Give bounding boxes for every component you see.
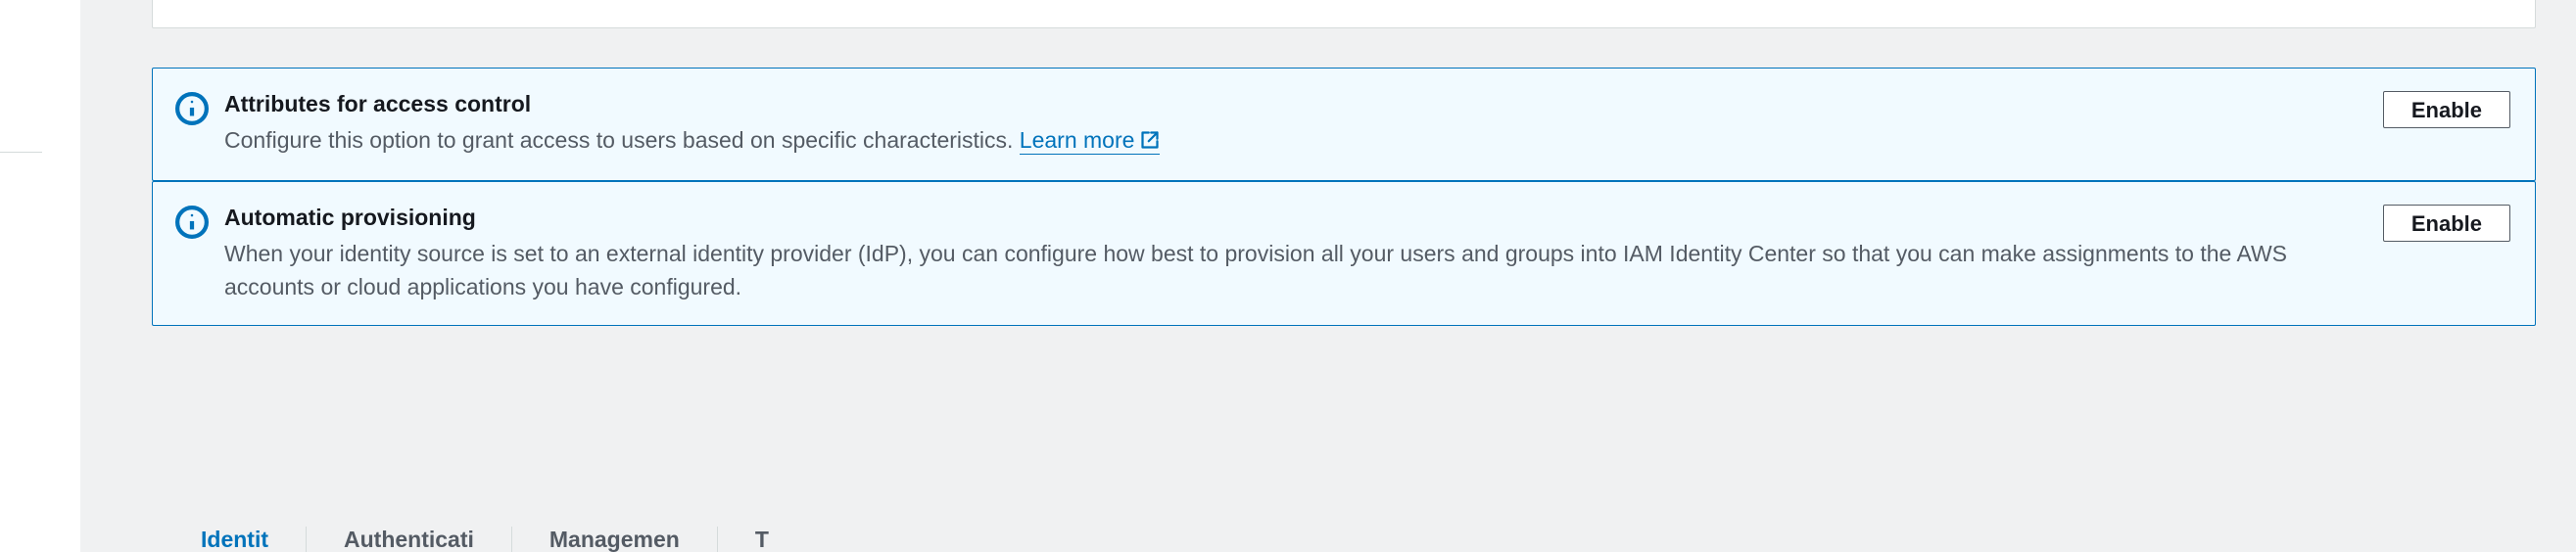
attributes-content: Attributes for access control Configure … — [224, 89, 2383, 160]
tab-t[interactable]: T — [718, 527, 806, 552]
external-link-icon — [1140, 125, 1160, 160]
main-content: Attributes for access control Configure … — [80, 0, 2576, 552]
info-icon — [175, 92, 209, 125]
left-rail — [0, 0, 80, 552]
panel-top-remnant — [152, 0, 2536, 28]
attributes-access-control-panel: Attributes for access control Configure … — [152, 68, 2536, 181]
tab-management[interactable]: Managemen — [512, 527, 718, 552]
enable-provisioning-button[interactable]: Enable — [2383, 205, 2510, 242]
learn-more-link[interactable]: Learn more — [1020, 127, 1161, 155]
provisioning-description: When your identity source is set to an e… — [224, 237, 2363, 304]
tab-authentication[interactable]: Authenticati — [307, 527, 512, 552]
provisioning-content: Automatic provisioning When your identit… — [224, 203, 2383, 304]
rail-divider — [0, 152, 42, 153]
settings-tabs: Identit Authenticati Managemen T — [164, 527, 806, 552]
attributes-description-text: Configure this option to grant access to… — [224, 127, 1020, 153]
attributes-description: Configure this option to grant access to… — [224, 123, 2363, 160]
tab-identity[interactable]: Identit — [164, 527, 307, 552]
automatic-provisioning-panel: Automatic provisioning When your identit… — [152, 181, 2536, 326]
provisioning-title: Automatic provisioning — [224, 203, 2363, 233]
attributes-title: Attributes for access control — [224, 89, 2363, 119]
enable-attributes-button[interactable]: Enable — [2383, 91, 2510, 128]
learn-more-label: Learn more — [1020, 127, 1135, 153]
info-icon — [175, 206, 209, 239]
